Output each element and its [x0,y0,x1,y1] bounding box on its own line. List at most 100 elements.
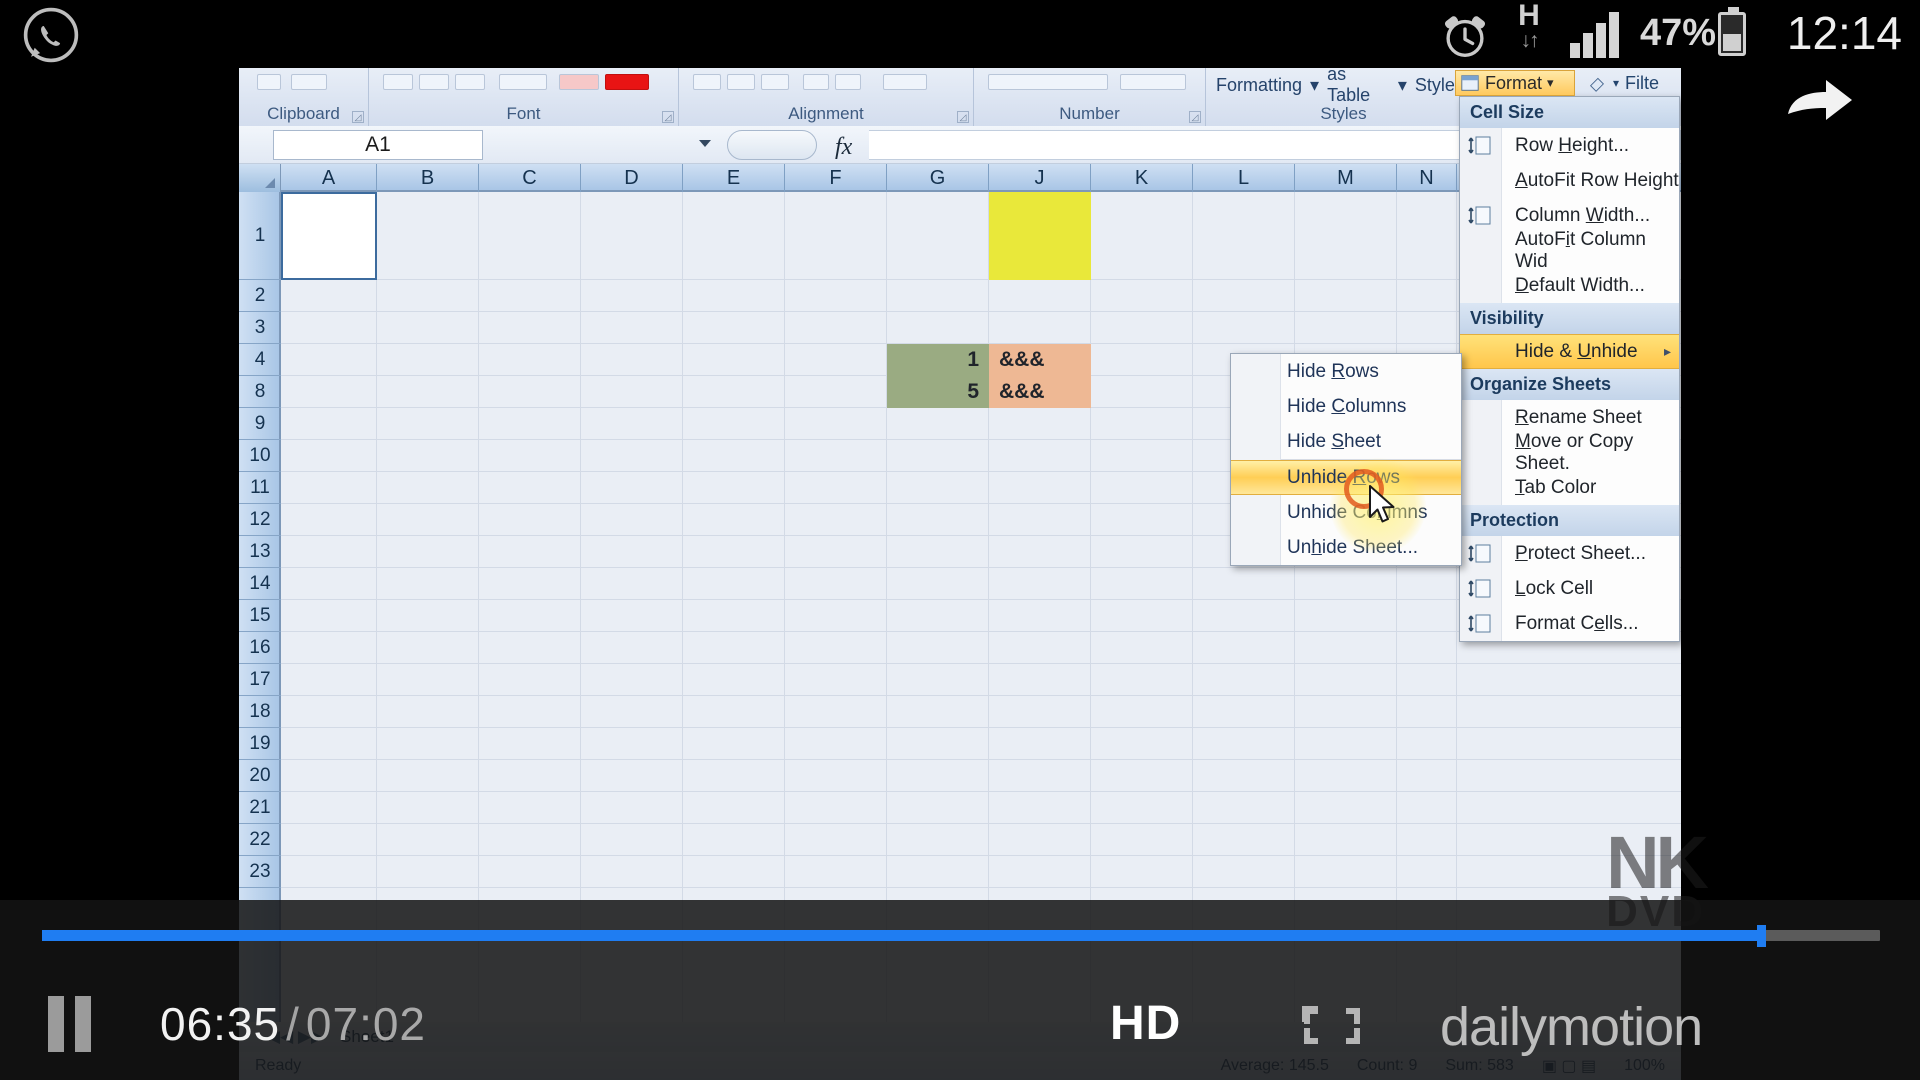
format-dropdown-menu[interactable]: Cell Size Row Height... AutoFit Row Height… [1459,96,1680,642]
menu-item-autofit-row-height[interactable]: AutoFit Row Height [1460,163,1679,198]
menu-section-protection: Protection [1460,505,1679,536]
ribbon-group-label: Font [506,104,541,123]
row-header-4[interactable]: 4 [239,344,281,376]
select-all-corner[interactable] [239,164,281,192]
menu-item-protect-sheet[interactable]: Protect Sheet... [1460,536,1679,571]
cell-G4[interactable]: 1 [887,344,989,376]
grid-row [281,728,1681,760]
format-cells-icon [1468,614,1491,633]
pause-button[interactable] [48,996,92,1052]
dialog-launcher-icon[interactable]: ◿ [662,111,674,123]
row-header-13[interactable]: 13 [239,536,281,568]
menu-item-autofit-column-wid[interactable]: AutoFit Column Wid [1460,229,1679,272]
ribbon-group-label: Styles [1320,104,1367,123]
name-box[interactable]: A1 [273,130,483,160]
row-header-18[interactable]: 18 [239,696,281,728]
filter-button[interactable]: ▾ Filte [1587,70,1659,96]
ribbon-group-label: Number [1059,104,1120,123]
active-cell-A1[interactable] [281,192,377,280]
column-header-D[interactable]: D [581,164,683,192]
column-header-M[interactable]: M [1295,164,1397,192]
cell-J1[interactable] [989,192,1091,280]
cell-G8[interactable]: 5 [887,376,989,408]
ribbon-group-number[interactable]: Number ◿ [974,68,1206,126]
column-header-E[interactable]: E [683,164,785,192]
dialog-launcher-icon[interactable]: ◿ [352,111,364,123]
row-header-2[interactable]: 2 [239,280,281,312]
column-header-C[interactable]: C [479,164,581,192]
submenu-item-hide-rows[interactable]: Hide Rows [1231,354,1461,389]
row-header-20[interactable]: 20 [239,760,281,792]
video-player-controls[interactable]: 06:35/07:02 HD dailymotion [0,900,1920,1080]
data-transfer-arrows-icon: ↓↑ [1520,29,1540,52]
grid-row [281,760,1681,792]
row-header-22[interactable]: 22 [239,824,281,856]
column-header-A[interactable]: A [281,164,377,192]
row-header-21[interactable]: 21 [239,792,281,824]
dialog-launcher-icon[interactable]: ◿ [957,111,969,123]
hd-quality-badge[interactable]: HD [1110,996,1181,1051]
row-header-16[interactable]: 16 [239,632,281,664]
protect-sheet-icon [1468,544,1491,563]
styles-button-conditional-formatting[interactable]: Formatting [1216,75,1302,96]
column-header-N[interactable]: N [1397,164,1457,192]
dialog-launcher-icon[interactable]: ◿ [1189,111,1201,123]
signal-bars-icon [1570,10,1630,58]
row-header-11[interactable]: 11 [239,472,281,504]
progress-bar-handle[interactable] [1756,925,1766,947]
share-icon[interactable] [1772,68,1868,130]
ribbon-group-alignment[interactable]: Alignment ◿ [679,68,974,126]
ribbon-group-label: Clipboard [267,104,340,123]
chevron-down-icon: ▾ [1613,76,1620,90]
menu-gutter [1460,470,1502,505]
network-type-indicator: H ↓↑ [1512,0,1546,66]
menu-item-format-cells[interactable]: Format Cells... [1460,606,1679,641]
row-header-17[interactable]: 17 [239,664,281,696]
row-height-icon [1468,136,1491,155]
chevron-down-icon[interactable] [699,140,711,147]
submenu-item-hide-sheet[interactable]: Hide Sheet [1231,424,1461,459]
ribbon-group-styles[interactable]: Formatting ▾ as Table ▾ Styles ▾ Styles [1206,68,1481,126]
menu-gutter [1460,268,1502,303]
row-header-9[interactable]: 9 [239,408,281,440]
menu-item-default-width[interactable]: Default Width... [1460,268,1679,303]
styles-button-format-as-table[interactable]: as Table [1327,68,1390,106]
row-header-14[interactable]: 14 [239,568,281,600]
insert-function-button[interactable] [727,130,817,160]
fullscreen-icon[interactable] [1300,1004,1364,1048]
cell-J4[interactable]: &&& [989,344,1091,376]
chevron-down-icon: ▾ [1547,75,1554,90]
menu-item-row-height[interactable]: Row Height... [1460,128,1679,163]
ribbon-group-clipboard[interactable]: Clipboard ◿ [239,68,369,126]
column-header-L[interactable]: L [1193,164,1295,192]
menu-item-move-or-copy-sheet[interactable]: Move or Copy Sheet. [1460,431,1679,474]
ribbon-group-label: Alignment [788,104,864,123]
ribbon-group-font[interactable]: Font ◿ [369,68,679,126]
progress-bar-track[interactable] [42,925,1880,947]
row-header-3[interactable]: 3 [239,312,281,344]
column-header-B[interactable]: B [377,164,479,192]
column-header-J[interactable]: J [989,164,1091,192]
row-header-23[interactable]: 23 [239,856,281,888]
row-header-19[interactable]: 19 [239,728,281,760]
row-header-12[interactable]: 12 [239,504,281,536]
fill-color-icon [1589,77,1605,92]
format-button[interactable]: Format ▾ [1455,70,1575,96]
column-header-K[interactable]: K [1091,164,1193,192]
menu-item-lock-cell[interactable]: Lock Cell [1460,571,1679,606]
row-header-10[interactable]: 10 [239,440,281,472]
menu-item-hide-unhide[interactable]: Hide & Unhide ▸ [1460,334,1679,369]
network-type-label: H [1518,0,1540,32]
menu-item-tab-color[interactable]: Tab Color [1460,470,1679,505]
column-header-G[interactable]: G [887,164,989,192]
column-header-F[interactable]: F [785,164,887,192]
submenu-arrow-icon: ▸ [1663,343,1671,359]
cell-J8[interactable]: &&& [989,376,1091,408]
fx-icon: fx [835,134,853,160]
menu-section-visibility: Visibility [1460,303,1679,334]
row-header-1[interactable]: 1 [239,192,281,280]
row-header-8[interactable]: 8 [239,376,281,408]
submenu-item-hide-columns[interactable]: Hide Columns [1231,389,1461,424]
menu-gutter [1460,435,1502,470]
row-header-15[interactable]: 15 [239,600,281,632]
